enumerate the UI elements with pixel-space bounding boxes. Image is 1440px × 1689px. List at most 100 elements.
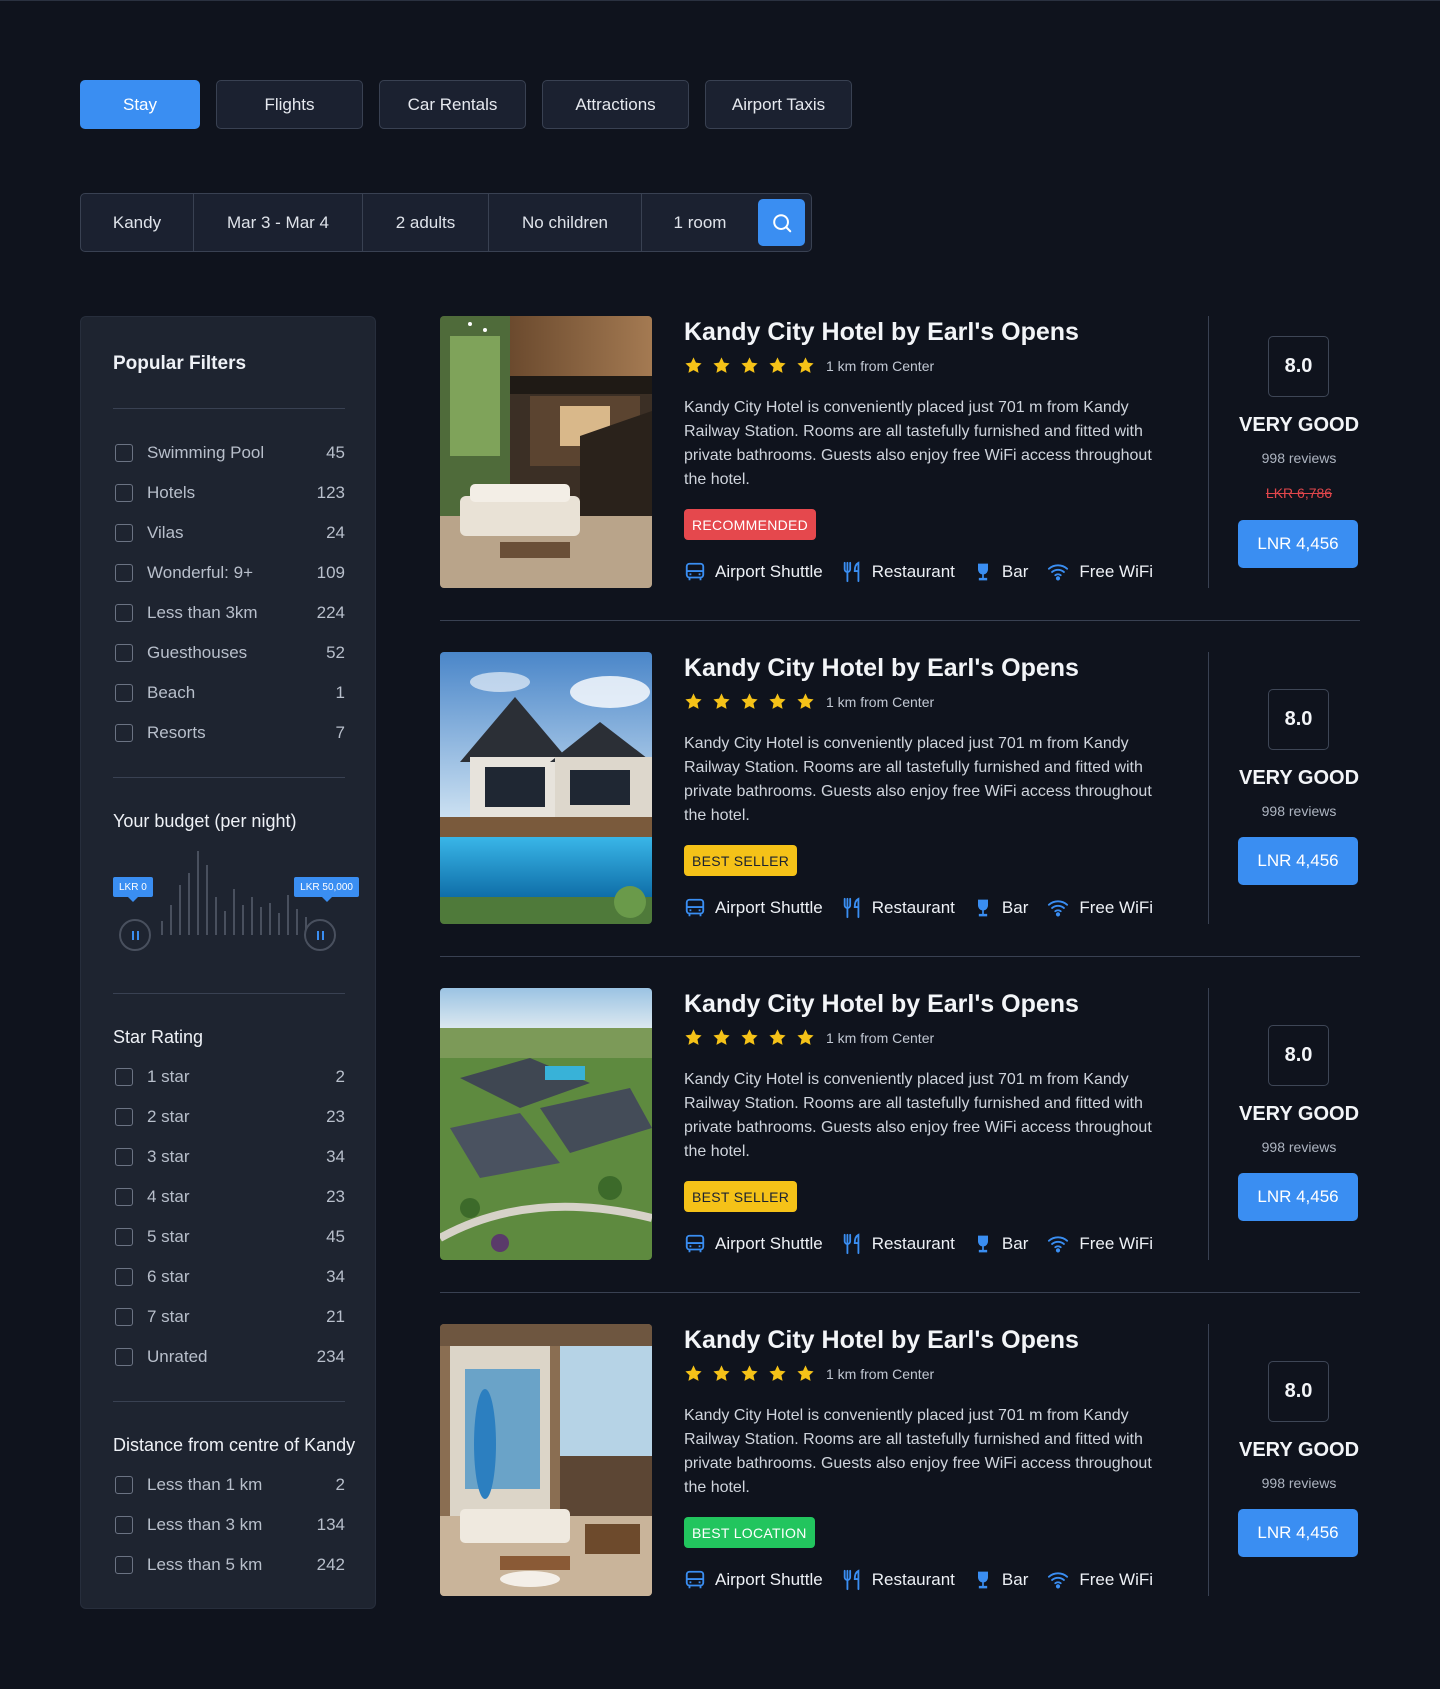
hotel-name[interactable]: Kandy City Hotel by Earl's Opens [684,990,1079,1019]
filter-checkbox[interactable] [115,1108,133,1126]
filter-count: 52 [326,643,345,662]
filter-checkbox[interactable] [115,1516,133,1534]
filter-row[interactable]: 2 star 23 [113,1105,345,1129]
amenities-list: Airport Shuttle Restaurant Bar Free WiFi [684,1233,1171,1255]
filter-checkbox[interactable] [115,1188,133,1206]
amenity-label: Free WiFi [1079,898,1154,917]
tab-airport-taxis[interactable]: Airport Taxis [705,80,852,129]
tab-flights[interactable]: Flights [216,80,363,129]
histogram-bar [260,907,262,935]
filter-checkbox[interactable] [115,1348,133,1366]
filter-row[interactable]: Less than 3km 224 [113,601,345,625]
hotel-badge: BEST SELLER [684,1181,798,1212]
filter-checkbox[interactable] [115,564,133,582]
filter-row[interactable]: 4 star 23 [113,1185,345,1209]
budget-slider[interactable]: LKR 0 LKR 50,000 [113,847,359,957]
amenity: Bar [973,561,1028,583]
budget-max-handle[interactable] [304,919,336,951]
filter-checkbox[interactable] [115,684,133,702]
filter-checkbox[interactable] [115,1268,133,1286]
filter-count: 23 [326,1107,345,1126]
amenity-label: Bar [1001,1570,1029,1589]
search-button[interactable] [758,199,805,246]
hotel-card[interactable]: Kandy City Hotel by Earl's Opens 1 km fro… [440,652,1360,924]
restaurant-icon [843,561,860,583]
filter-label: Vilas [147,523,184,542]
price-button[interactable]: LNR 4,456 [1238,837,1358,885]
budget-min-handle[interactable] [119,919,151,951]
review-count[interactable]: 998 reviews [1238,1475,1360,1491]
star-icon [713,357,730,373]
hotel-photo[interactable] [440,1324,652,1596]
filter-row[interactable]: Wonderful: 9+ 109 [113,561,345,585]
filter-checkbox[interactable] [115,1556,133,1574]
hotel-photo[interactable] [440,988,652,1260]
filter-checkbox[interactable] [115,444,133,462]
hotel-name[interactable]: Kandy City Hotel by Earl's Opens [684,654,1079,683]
filter-row[interactable]: 3 star 34 [113,1145,345,1169]
dates-field[interactable]: Mar 3 - Mar 4 [194,194,363,251]
filter-checkbox[interactable] [115,724,133,742]
hotel-name[interactable]: Kandy City Hotel by Earl's Opens [684,1326,1079,1355]
review-count[interactable]: 998 reviews [1238,1139,1360,1155]
filter-row[interactable]: 7 star 21 [113,1305,345,1329]
rooms-field[interactable]: 1 room [642,194,758,251]
children-field[interactable]: No children [489,194,642,251]
filter-checkbox[interactable] [115,1068,133,1086]
hotel-photo[interactable] [440,652,652,924]
review-verdict: VERY GOOD [1238,1439,1360,1461]
histogram-bar [242,905,244,935]
star-icon [685,1365,702,1381]
filter-row[interactable]: 5 star 45 [113,1225,345,1249]
filter-checkbox[interactable] [115,1228,133,1246]
filter-row[interactable]: Hotels 123 [113,481,345,505]
star-icon [713,1365,730,1381]
tab-stay[interactable]: Stay [80,80,200,129]
price-button[interactable]: LNR 4,456 [1238,1509,1358,1557]
tab-car-rentals[interactable]: Car Rentals [379,80,526,129]
filter-checkbox[interactable] [115,524,133,542]
histogram-bar [269,903,271,935]
hotel-card[interactable]: Kandy City Hotel by Earl's Opens 1 km fro… [440,316,1360,588]
hotel-photo[interactable] [440,316,652,588]
location-field[interactable]: Kandy [81,194,194,251]
star-icon [769,693,786,709]
filter-row[interactable]: Less than 3 km 134 [113,1513,345,1537]
filter-row[interactable]: 6 star 34 [113,1265,345,1289]
histogram-bar [251,897,253,935]
bar-icon [977,1235,988,1253]
hotel-card[interactable]: Kandy City Hotel by Earl's Opens 1 km fro… [440,988,1360,1260]
star-icon [713,693,730,709]
filter-checkbox[interactable] [115,644,133,662]
filter-checkbox[interactable] [115,1148,133,1166]
filter-count: 234 [316,1347,345,1366]
filter-count: 109 [316,563,345,582]
histogram-bar [296,909,298,935]
filter-checkbox[interactable] [115,604,133,622]
filter-checkbox[interactable] [115,484,133,502]
filter-row[interactable]: Less than 5 km 242 [113,1553,345,1577]
amenity: Free WiFi [1046,1569,1153,1591]
filter-row[interactable]: Beach 1 [113,681,345,705]
filter-row[interactable]: Vilas 24 [113,521,345,545]
adults-field[interactable]: 2 adults [363,194,489,251]
tab-attractions[interactable]: Attractions [542,80,689,129]
price-button[interactable]: LNR 4,456 [1238,1173,1358,1221]
filter-row[interactable]: 1 star 2 [113,1065,345,1089]
filter-row[interactable]: Resorts 7 [113,721,345,745]
review-count[interactable]: 998 reviews [1238,450,1360,466]
review-count[interactable]: 998 reviews [1238,803,1360,819]
price-button[interactable]: LNR 4,456 [1238,520,1358,568]
filter-row[interactable]: Swimming Pool 45 [113,441,345,465]
hotel-card[interactable]: Kandy City Hotel by Earl's Opens 1 km fro… [440,1324,1360,1596]
hotel-name[interactable]: Kandy City Hotel by Earl's Opens [684,318,1079,347]
filter-label: Less than 3 km [147,1515,263,1534]
amenity-label: Restaurant [871,1570,955,1589]
amenity-label: Bar [1001,1234,1029,1253]
filter-row[interactable]: Less than 1 km 2 [113,1473,345,1497]
filter-checkbox[interactable] [115,1308,133,1326]
filter-row[interactable]: Unrated 234 [113,1345,345,1369]
filter-checkbox[interactable] [115,1476,133,1494]
filter-row[interactable]: Guesthouses 52 [113,641,345,665]
old-price: LKR 6,786 [1265,485,1333,501]
